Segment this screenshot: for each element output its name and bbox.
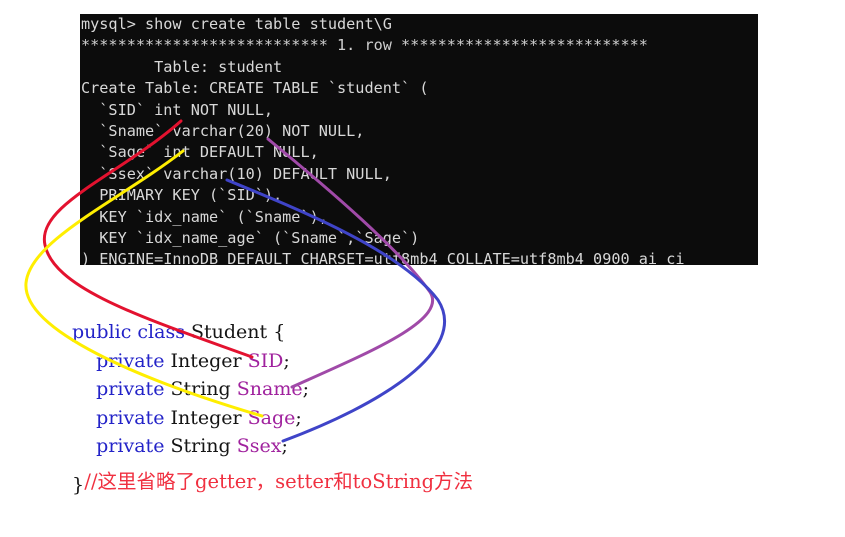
field-name-sage: Sage — [247, 406, 296, 429]
terminal-line-row-separator: *************************** 1. row *****… — [81, 36, 648, 55]
terminal-line-column-sname: `Sname` varchar(20) NOT NULL, — [81, 122, 365, 141]
terminal-line-create-table: Create Table: CREATE TABLE `student` ( — [81, 79, 429, 98]
java-entity-class: public class Student { private Integer S… — [72, 318, 772, 500]
terminal-line-primary-key: PRIMARY KEY (`SID`), — [81, 186, 283, 205]
keyword-private: private — [96, 406, 165, 429]
semicolon: ; — [295, 406, 302, 429]
terminal-line-column-ssex: `Ssex` varchar(10) DEFAULT NULL, — [81, 164, 392, 183]
semicolon: ; — [283, 349, 290, 372]
keyword-private: private — [96, 349, 165, 372]
terminal-line-key-idx-name-age: KEY `idx_name_age` (`Sname`,`Sage`) — [81, 229, 420, 248]
field-name-sname: Sname — [236, 378, 303, 401]
mysql-terminal: mysql> show create table student\G *****… — [80, 14, 758, 265]
semicolon: ; — [281, 435, 288, 458]
terminal-line-column-sid: `SID` int NOT NULL, — [81, 100, 274, 119]
terminal-line-key-idx-name: KEY `idx_name` (`Sname`), — [81, 207, 328, 226]
field-type: Integer — [164, 406, 248, 429]
code-line-field-ssex: private String Ssex; — [72, 432, 772, 461]
keyword-public-class: public class — [72, 321, 185, 343]
keyword-private: private — [96, 378, 165, 401]
field-type: String — [164, 378, 237, 401]
code-line-class-declaration: public class Student { — [72, 318, 772, 347]
terminal-line-column-sage: `Sage` int DEFAULT NULL, — [81, 143, 319, 162]
code-line-field-sid: private Integer SID; — [72, 347, 772, 376]
field-type: String — [164, 435, 237, 458]
class-name-student: Student { — [184, 321, 286, 343]
code-line-field-sage: private Integer Sage; — [72, 404, 772, 433]
semicolon: ; — [302, 378, 309, 401]
comment-text: //这里省略了getter，setter和toString方法 — [84, 469, 474, 493]
screenshot-root: mysql> show create table student\G *****… — [0, 0, 845, 537]
terminal-line-command: mysql> show create table student\G — [81, 15, 392, 33]
field-type: Integer — [164, 349, 248, 372]
field-name-sid: SID — [247, 349, 284, 372]
code-line-field-sname: private String Sname; — [72, 375, 772, 404]
keyword-private: private — [96, 435, 165, 458]
terminal-line-engine: ) ENGINE=InnoDB DEFAULT CHARSET=utf8mb4 … — [81, 250, 685, 265]
terminal-line-table: Table: student — [81, 57, 283, 76]
field-name-ssex: Ssex — [236, 435, 282, 458]
